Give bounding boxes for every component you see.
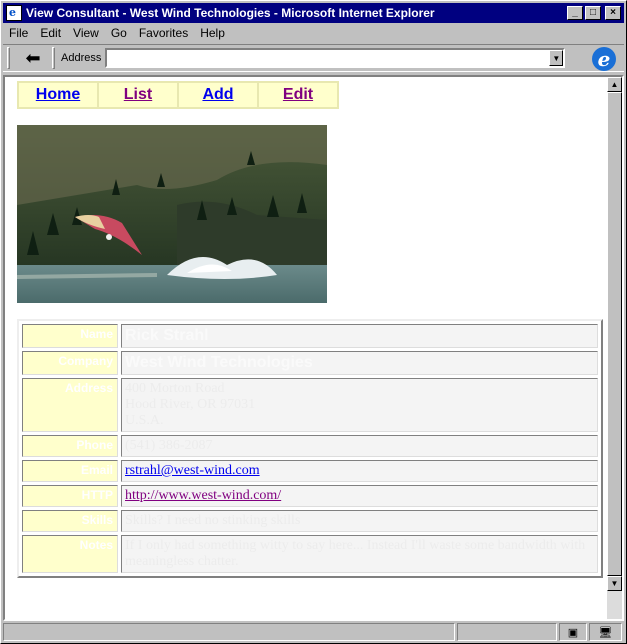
http-label: HTTP bbox=[22, 485, 118, 507]
http-cell: http://www.west-wind.com/ bbox=[121, 485, 598, 507]
row-phone: Phone (541) 386-2087 bbox=[22, 435, 598, 457]
scroll-down-button[interactable]: ▼ bbox=[607, 576, 622, 591]
nav-menu: Home List Add Edit bbox=[17, 81, 339, 109]
row-email: Email rstrahl@west-wind.com bbox=[22, 460, 598, 482]
company-value: West Wind Technologies bbox=[121, 351, 598, 375]
back-button[interactable]: ⬅ bbox=[18, 47, 48, 69]
window-title: View Consultant - West Wind Technologies… bbox=[26, 6, 435, 20]
address-input[interactable]: ▼ bbox=[105, 48, 566, 68]
browser-window: e View Consultant - West Wind Technologi… bbox=[0, 0, 627, 644]
nav-edit-link[interactable]: Edit bbox=[283, 86, 313, 103]
maximize-button[interactable]: □ bbox=[585, 6, 601, 20]
toolbar-grip[interactable] bbox=[7, 47, 10, 69]
name-label: Name bbox=[22, 324, 118, 348]
menu-edit[interactable]: Edit bbox=[40, 26, 61, 40]
nav-list-link[interactable]: List bbox=[124, 86, 152, 103]
row-address: Address 400 Morton Road Hood River, OR 9… bbox=[22, 378, 598, 432]
row-http: HTTP http://www.west-wind.com/ bbox=[22, 485, 598, 507]
chevron-up-icon: ▲ bbox=[610, 80, 619, 89]
minimize-button[interactable]: _ bbox=[567, 6, 583, 20]
notes-value: If I only had something witty to say her… bbox=[121, 535, 598, 573]
phone-label: Phone bbox=[22, 435, 118, 457]
menu-view[interactable]: View bbox=[73, 26, 99, 40]
menu-help[interactable]: Help bbox=[200, 26, 225, 40]
toolbar: ⬅ Address ▼ e bbox=[3, 44, 624, 72]
back-arrow-icon: ⬅ bbox=[25, 47, 41, 68]
email-label: Email bbox=[22, 460, 118, 482]
consultant-details: Name Rick Strahl Company West Wind Techn… bbox=[17, 319, 603, 578]
row-company: Company West Wind Technologies bbox=[22, 351, 598, 375]
name-value: Rick Strahl bbox=[121, 324, 598, 348]
notes-label: Notes bbox=[22, 535, 118, 573]
nav-cell-edit: Edit bbox=[259, 83, 337, 107]
chevron-down-icon: ▼ bbox=[552, 53, 561, 63]
status-bar: ▣ 🖥 bbox=[3, 623, 624, 643]
skills-label: Skills bbox=[22, 510, 118, 532]
page-content: Home List Add Edit Name Rick Strahl Comp… bbox=[17, 81, 609, 578]
scroll-thumb[interactable] bbox=[607, 92, 622, 576]
email-link[interactable]: rstrahl@west-wind.com bbox=[125, 463, 260, 478]
page-viewport: Home List Add Edit Name Rick Strahl Comp… bbox=[3, 75, 624, 621]
title-bar[interactable]: e View Consultant - West Wind Technologi… bbox=[3, 3, 624, 23]
address-line3: U.S.A. bbox=[125, 413, 164, 428]
close-button[interactable]: × bbox=[605, 6, 621, 20]
address-label-cell: Address bbox=[22, 378, 118, 432]
computer-zone-icon: 🖥 bbox=[598, 626, 613, 639]
status-security-panel: 🖥 bbox=[589, 623, 622, 641]
address-line1: 400 Morton Road bbox=[125, 381, 225, 396]
menu-go[interactable]: Go bbox=[111, 26, 127, 40]
nav-cell-add: Add bbox=[179, 83, 257, 107]
row-skills: Skills Skills? I need no stinking skills bbox=[22, 510, 598, 532]
email-cell: rstrahl@west-wind.com bbox=[121, 460, 598, 482]
windsurfing-photo-art bbox=[17, 125, 327, 303]
chevron-down-icon: ▼ bbox=[610, 579, 619, 588]
website-link[interactable]: http://www.west-wind.com/ bbox=[125, 488, 281, 503]
row-notes: Notes If I only had something witty to s… bbox=[22, 535, 598, 573]
status-progress-panel bbox=[457, 623, 557, 641]
ie-logo-icon[interactable]: e bbox=[592, 47, 616, 71]
address-value: 400 Morton Road Hood River, OR 97031 U.S… bbox=[121, 378, 598, 432]
status-text-panel bbox=[3, 623, 455, 641]
menu-bar: File Edit View Go Favorites Help bbox=[3, 24, 624, 42]
nav-cell-home: Home bbox=[19, 83, 97, 107]
skills-value: Skills? I need no stinking skills bbox=[121, 510, 598, 532]
nav-cell-list: List bbox=[99, 83, 177, 107]
menu-favorites[interactable]: Favorites bbox=[139, 26, 188, 40]
row-name: Name Rick Strahl bbox=[22, 324, 598, 348]
page-icon: ▣ bbox=[567, 626, 579, 639]
windsurfing-photo bbox=[17, 125, 327, 303]
address-grip[interactable] bbox=[52, 47, 55, 69]
nav-home-link[interactable]: Home bbox=[36, 86, 80, 103]
nav-add-link[interactable]: Add bbox=[202, 86, 233, 103]
phone-value: (541) 386-2087 bbox=[121, 435, 598, 457]
address-dropdown-button[interactable]: ▼ bbox=[549, 50, 564, 66]
ie-app-icon[interactable]: e bbox=[6, 5, 22, 21]
menu-file[interactable]: File bbox=[9, 26, 28, 40]
address-line2: Hood River, OR 97031 bbox=[125, 397, 256, 412]
scroll-up-button[interactable]: ▲ bbox=[607, 77, 622, 92]
company-label: Company bbox=[22, 351, 118, 375]
address-label: Address bbox=[61, 52, 102, 64]
status-zone-panel: ▣ bbox=[559, 623, 587, 641]
vertical-scrollbar[interactable]: ▲ ▼ bbox=[607, 77, 622, 619]
